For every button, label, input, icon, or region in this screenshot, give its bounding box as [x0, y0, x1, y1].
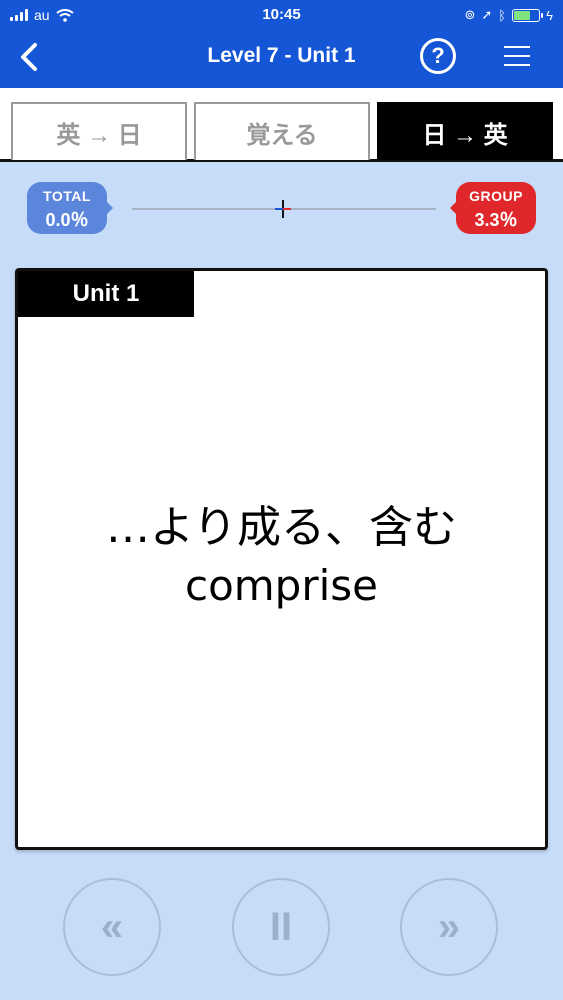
page-title: Level 7 - Unit 1 [207, 44, 356, 67]
help-icon: ? [431, 43, 445, 68]
tab-jp-to-en[interactable]: 日 → 英 [377, 102, 553, 160]
group-label: GROUP [469, 188, 523, 204]
total-value: 0.0％ [45, 210, 89, 230]
battery-icon [512, 8, 544, 22]
total-progress-badge: TOTAL 0.0％ [27, 182, 113, 234]
unit-label: Unit 1 [18, 271, 194, 317]
fast-forward-icon: » [437, 904, 461, 949]
help-button[interactable]: ? [420, 38, 456, 74]
tab-en-to-jp[interactable]: 英 → 日 [11, 102, 187, 160]
rewind-icon: « [100, 904, 124, 949]
progress-marker [275, 200, 291, 218]
pause-icon: II [269, 904, 293, 949]
total-label: TOTAL [43, 188, 91, 204]
card-japanese-text: …より成る、含む [105, 502, 458, 553]
group-progress-badge: GROUP 3.3％ [450, 182, 536, 234]
pause-button[interactable]: II [232, 878, 330, 976]
rotation-lock-icon: ⊚ [464, 7, 476, 22]
status-right: ⊚ ➚ ᛒ ϟ [464, 7, 553, 23]
tab-memorize[interactable]: 覚える [194, 102, 370, 160]
group-value: 3.3％ [474, 210, 518, 230]
charging-icon: ϟ [546, 7, 553, 23]
bluetooth-icon: ᛒ [498, 7, 507, 23]
flash-card[interactable]: Unit 1 …より成る、含む comprise [15, 268, 548, 850]
top-bar: au 10:45 ⊚ ➚ ᛒ ϟ Level 7 - Unit 1 ? [0, 0, 563, 88]
mode-tabs: 英 → 日 覚える 日 → 英 [0, 88, 563, 162]
previous-button[interactable]: « [63, 878, 161, 976]
menu-button[interactable] [504, 46, 530, 66]
status-bar: au 10:45 ⊚ ➚ ᛒ ϟ [0, 0, 563, 32]
card-english-text: comprise [184, 561, 379, 610]
location-icon: ➚ [481, 7, 493, 22]
next-button[interactable]: » [400, 878, 498, 976]
